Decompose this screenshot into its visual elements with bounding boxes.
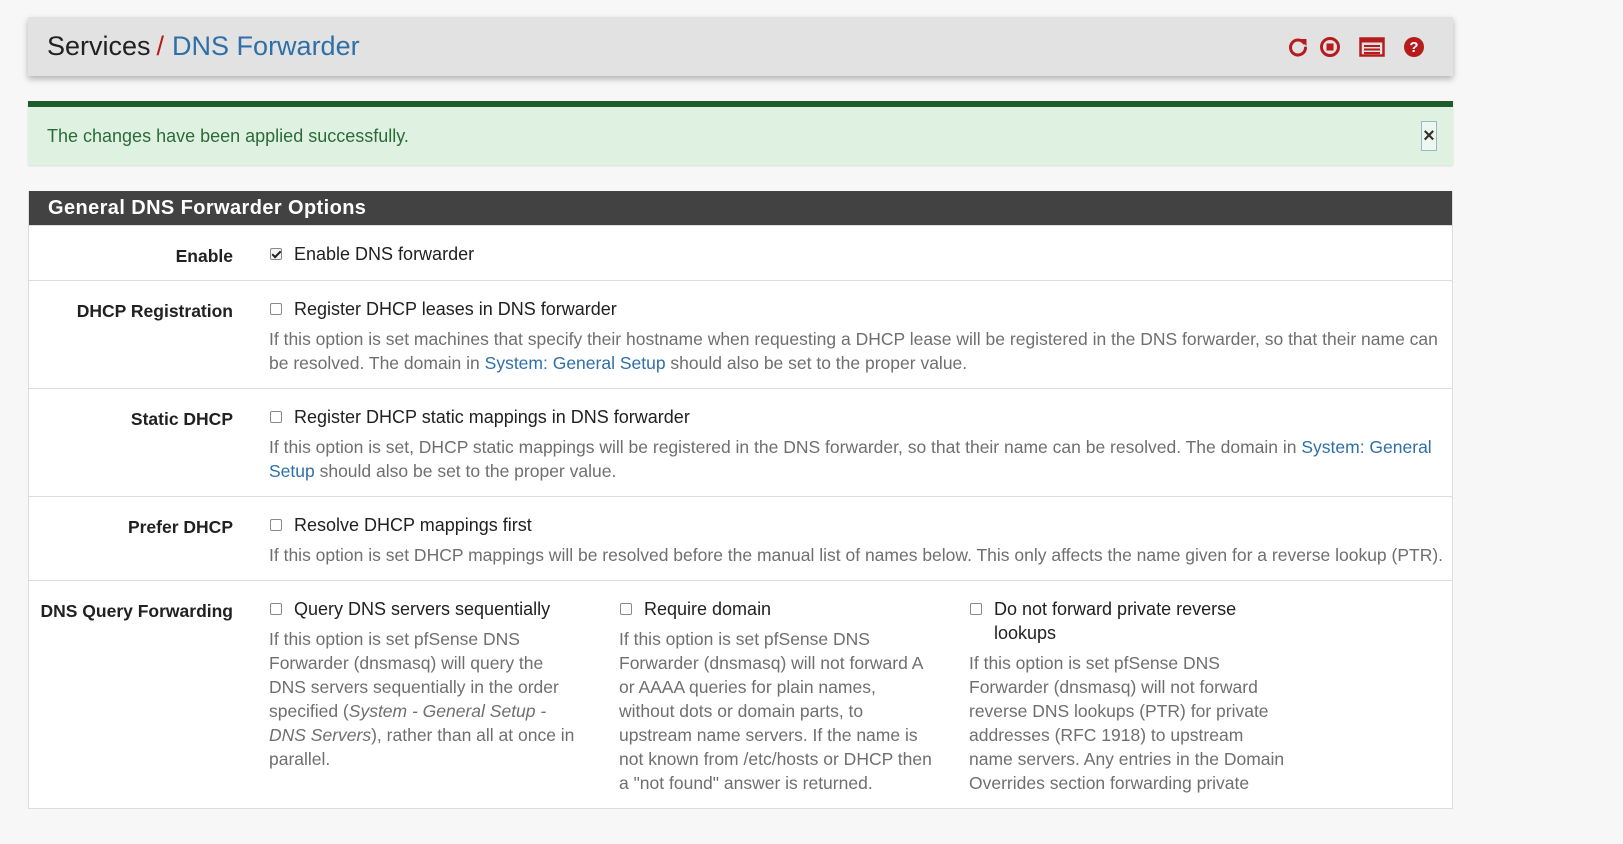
breadcrumb-services[interactable]: Services — [47, 31, 151, 61]
page-container: Services / DNS Forwarder ? The changes h… — [28, 17, 1453, 809]
static-dhcp-help: If this option is set, DHCP static mappi… — [269, 437, 1432, 481]
query-sequentially-help: If this option is set pfSense DNS Forwar… — [269, 629, 575, 769]
row-dns-query-forwarding: DNS Query Forwarding Query DNS servers s… — [29, 580, 1452, 808]
dhcp-registration-checkbox-label[interactable]: Register DHCP leases in DNS forwarder — [294, 297, 617, 321]
general-options-panel: General DNS Forwarder Options Enable Ena… — [28, 191, 1453, 809]
require-domain-column: Require domain If this option is set pfS… — [619, 597, 969, 795]
no-private-reverse-checkbox-label[interactable]: Do not forward private reverse lookups — [994, 597, 1239, 645]
close-icon[interactable]: × — [1421, 121, 1437, 151]
query-sequentially-checkbox-label[interactable]: Query DNS servers sequentially — [294, 597, 550, 621]
dhcp-registration-checkbox[interactable] — [270, 303, 282, 315]
row-dhcp-registration: DHCP Registration Register DHCP leases i… — [29, 280, 1452, 388]
system-general-setup-link[interactable]: System: General Setup — [485, 353, 666, 373]
row-label-static-dhcp: Static DHCP — [130, 409, 233, 429]
breadcrumb: Services / DNS Forwarder — [47, 33, 360, 60]
enable-checkbox-label[interactable]: Enable DNS forwarder — [294, 242, 474, 266]
prefer-dhcp-checkbox[interactable] — [270, 519, 282, 531]
row-label-prefer-dhcp: Prefer DHCP — [127, 517, 233, 537]
row-label-dhcp-registration: DHCP Registration — [76, 301, 233, 321]
no-private-reverse-checkbox[interactable] — [970, 603, 982, 615]
row-static-dhcp: Static DHCP Register DHCP static mapping… — [29, 388, 1452, 496]
prefer-dhcp-checkbox-label[interactable]: Resolve DHCP mappings first — [294, 513, 532, 537]
breadcrumb-separator: / — [156, 31, 165, 61]
query-sequentially-checkbox[interactable] — [270, 603, 282, 615]
panel-title: General DNS Forwarder Options — [29, 191, 1452, 225]
prefer-dhcp-help: If this option is set DHCP mappings will… — [269, 545, 1444, 565]
stop-icon[interactable] — [1319, 36, 1341, 58]
breadcrumb-dns-forwarder[interactable]: DNS Forwarder — [172, 31, 360, 61]
row-label-dns-query-forwarding: DNS Query Forwarding — [40, 601, 233, 621]
alert-message: The changes have been applied successful… — [47, 125, 409, 146]
log-icon[interactable] — [1359, 36, 1385, 58]
require-domain-checkbox-label[interactable]: Require domain — [644, 597, 771, 621]
enable-checkbox[interactable] — [270, 248, 282, 260]
static-dhcp-checkbox-label[interactable]: Register DHCP static mappings in DNS for… — [294, 405, 690, 429]
static-dhcp-checkbox[interactable] — [270, 411, 282, 423]
row-prefer-dhcp: Prefer DHCP Resolve DHCP mappings first … — [29, 496, 1452, 580]
require-domain-help: If this option is set pfSense DNS Forwar… — [619, 629, 932, 793]
svg-text:?: ? — [1409, 39, 1418, 56]
help-icon[interactable]: ? — [1403, 36, 1425, 58]
no-private-reverse-help: If this option is set pfSense DNS Forwar… — [969, 653, 1285, 793]
row-label-enable: Enable — [175, 246, 233, 266]
reload-icon[interactable] — [1287, 36, 1309, 58]
sequential-column: Query DNS servers sequentially If this o… — [269, 597, 619, 795]
private-reverse-column: Do not forward private reverse lookups I… — [969, 597, 1319, 795]
require-domain-checkbox[interactable] — [620, 603, 632, 615]
row-enable: Enable Enable DNS forwarder — [29, 225, 1452, 280]
breadcrumb-bar: Services / DNS Forwarder ? — [28, 17, 1453, 76]
success-alert: The changes have been applied successful… — [28, 101, 1453, 165]
header-icons: ? — [1287, 36, 1425, 58]
dhcp-registration-help: If this option is set machines that spec… — [269, 329, 1438, 373]
